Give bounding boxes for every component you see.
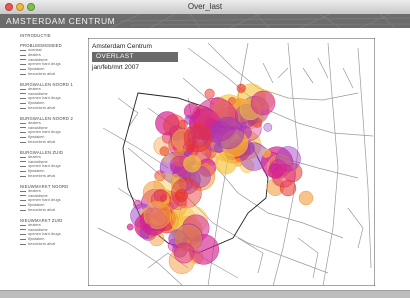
density-bubble [263,122,273,132]
option-checkbox[interactable] [20,229,26,231]
option-checkbox[interactable] [20,141,26,143]
option-label: bezoekers afval [28,104,56,110]
option-checkbox[interactable] [20,122,26,124]
option-checkbox[interactable] [20,88,26,90]
density-bubble [204,88,215,99]
sidebar-option[interactable]: bezoekers afval [20,172,90,179]
density-bubble [298,190,314,206]
option-checkbox[interactable] [20,234,26,236]
sidebar-option[interactable]: bezoekers afval [20,138,90,145]
option-checkbox[interactable] [20,137,26,139]
sidebar-section: PROBLEEMGEBIED overlast dealers vandalisme o… [20,43,90,77]
map-panel[interactable]: Amsterdam Centrum OVERLAST jan/feb/mrt 2… [88,38,375,286]
density-bubble [215,152,237,175]
sidebar-option[interactable]: bezoekers afval [20,240,90,247]
sidebar-option[interactable]: bezoekers afval [20,104,90,111]
option-checkbox[interactable] [20,54,26,56]
sidebar-section: NIEUWMARKT NOORD dealers vandalisme openen … [20,184,90,213]
density-bubble [211,116,245,150]
option-checkbox[interactable] [20,190,26,192]
option-checkbox[interactable] [20,175,26,177]
sidebar-option[interactable]: bezoekers afval [20,70,90,77]
option-checkbox[interactable] [20,103,26,105]
option-label: bezoekers afval [28,206,56,212]
option-checkbox[interactable] [20,127,26,129]
option-checkbox[interactable] [20,239,26,240]
option-checkbox[interactable] [20,59,26,61]
option-checkbox[interactable] [20,195,26,197]
density-bubble [279,179,297,197]
density-bubble [183,150,191,158]
map-canvas[interactable] [88,38,375,286]
option-checkbox[interactable] [20,224,26,226]
window-titlebar: Over_last [0,0,410,15]
option-checkbox[interactable] [20,98,26,100]
layer-label: OVERLAST [96,53,134,60]
density-bubble [261,148,271,158]
density-bubble [173,242,195,264]
option-checkbox[interactable] [20,161,26,163]
option-checkbox[interactable] [20,209,26,211]
density-bubble [143,223,151,231]
option-label: bezoekers afval [28,70,56,76]
app-title: AMSTERDAM CENTRUM [6,16,116,26]
option-checkbox[interactable] [20,132,26,134]
option-checkbox[interactable] [20,205,26,207]
option-checkbox[interactable] [20,156,26,158]
option-checkbox[interactable] [20,93,26,95]
density-bubble [236,83,246,93]
window-title: Over_last [187,2,223,11]
option-checkbox[interactable] [20,200,26,202]
density-bubble [183,154,201,173]
option-label: bezoekers afval [28,172,56,178]
density-bubble [183,123,213,153]
option-checkbox[interactable] [20,49,26,51]
sidebar-option[interactable]: bezoekers afval [20,206,90,213]
app-header: AMSTERDAM CENTRUM [0,14,410,28]
option-checkbox[interactable] [20,171,26,173]
option-checkbox[interactable] [20,243,26,245]
map-title: Amsterdam Centrum [92,43,152,50]
density-bubble [250,90,276,116]
sidebar-section: BURGWALLEN NOORD 1 dealers vandalisme opene… [20,82,90,111]
option-checkbox[interactable] [20,64,26,66]
period-label: jan/feb/mrt 2007 [92,64,139,71]
sidebar-section: BURGWALLEN NOORD 2 dealers vandalisme opene… [20,116,90,145]
density-bubble [153,136,173,156]
density-bubble [126,223,134,231]
option-checkbox[interactable] [20,69,26,71]
density-bubble [175,189,188,202]
sidebar-section-title[interactable]: INTRODUCTIE [20,33,90,38]
density-bubble [153,189,167,203]
sidebar-section: BURGWALLEN ZUID dealers vandalisme openen h… [20,150,90,179]
content-area: INTRODUCTIE PROBLEEMGEBIED overlast dealers… [0,28,410,290]
sidebar-section: NIEUWMARKT ZUID dealers vandalisme openen h… [20,218,90,247]
option-label: bezoekers afval [28,240,56,246]
option-checkbox[interactable] [20,166,26,168]
sidebar-section: INTRODUCTIE [20,33,90,38]
density-bubble [163,156,171,163]
layer-badge: OVERLAST [92,52,178,62]
option-checkbox[interactable] [20,107,26,109]
option-label: bezoekers afval [28,138,56,144]
option-checkbox[interactable] [20,73,26,75]
sidebar: INTRODUCTIE PROBLEEMGEBIED overlast dealers… [20,33,90,252]
